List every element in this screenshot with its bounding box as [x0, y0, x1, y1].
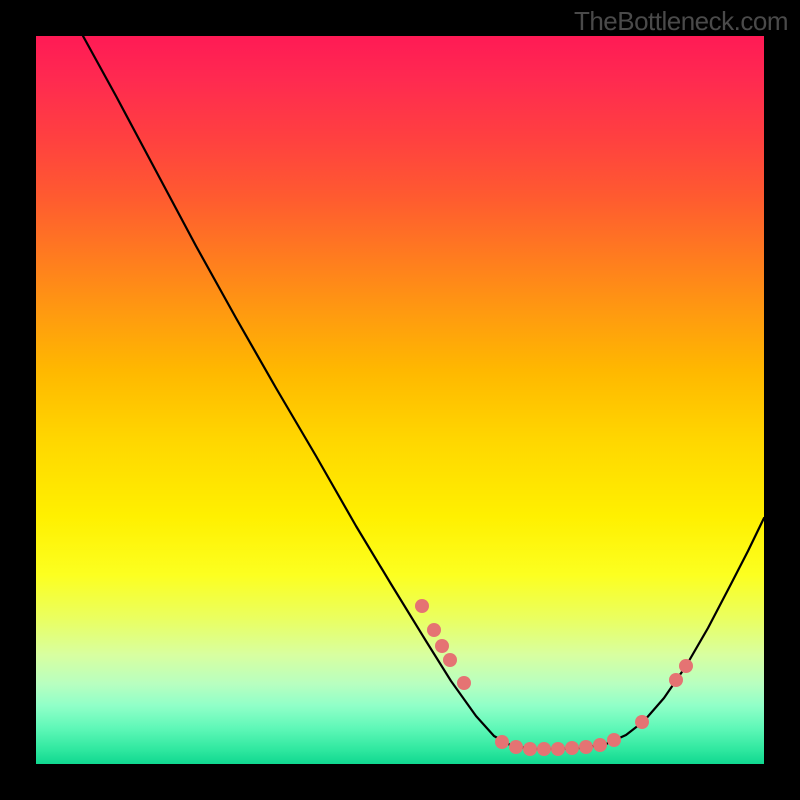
data-point — [635, 715, 649, 729]
data-point — [443, 653, 457, 667]
data-point — [679, 659, 693, 673]
data-point — [593, 738, 607, 752]
data-point — [427, 623, 441, 637]
data-point — [509, 740, 523, 754]
watermark: TheBottleneck.com — [574, 6, 788, 37]
data-points-group — [415, 599, 693, 756]
data-point — [457, 676, 471, 690]
data-point — [607, 733, 621, 747]
data-point — [495, 735, 509, 749]
data-point — [669, 673, 683, 687]
chart-plot-area — [36, 36, 764, 764]
bottleneck-curve — [83, 36, 764, 749]
data-point — [537, 742, 551, 756]
data-point — [523, 742, 537, 756]
data-point — [415, 599, 429, 613]
data-point — [579, 740, 593, 754]
data-point — [435, 639, 449, 653]
chart-svg — [36, 36, 764, 764]
data-point — [551, 742, 565, 756]
data-point — [565, 741, 579, 755]
